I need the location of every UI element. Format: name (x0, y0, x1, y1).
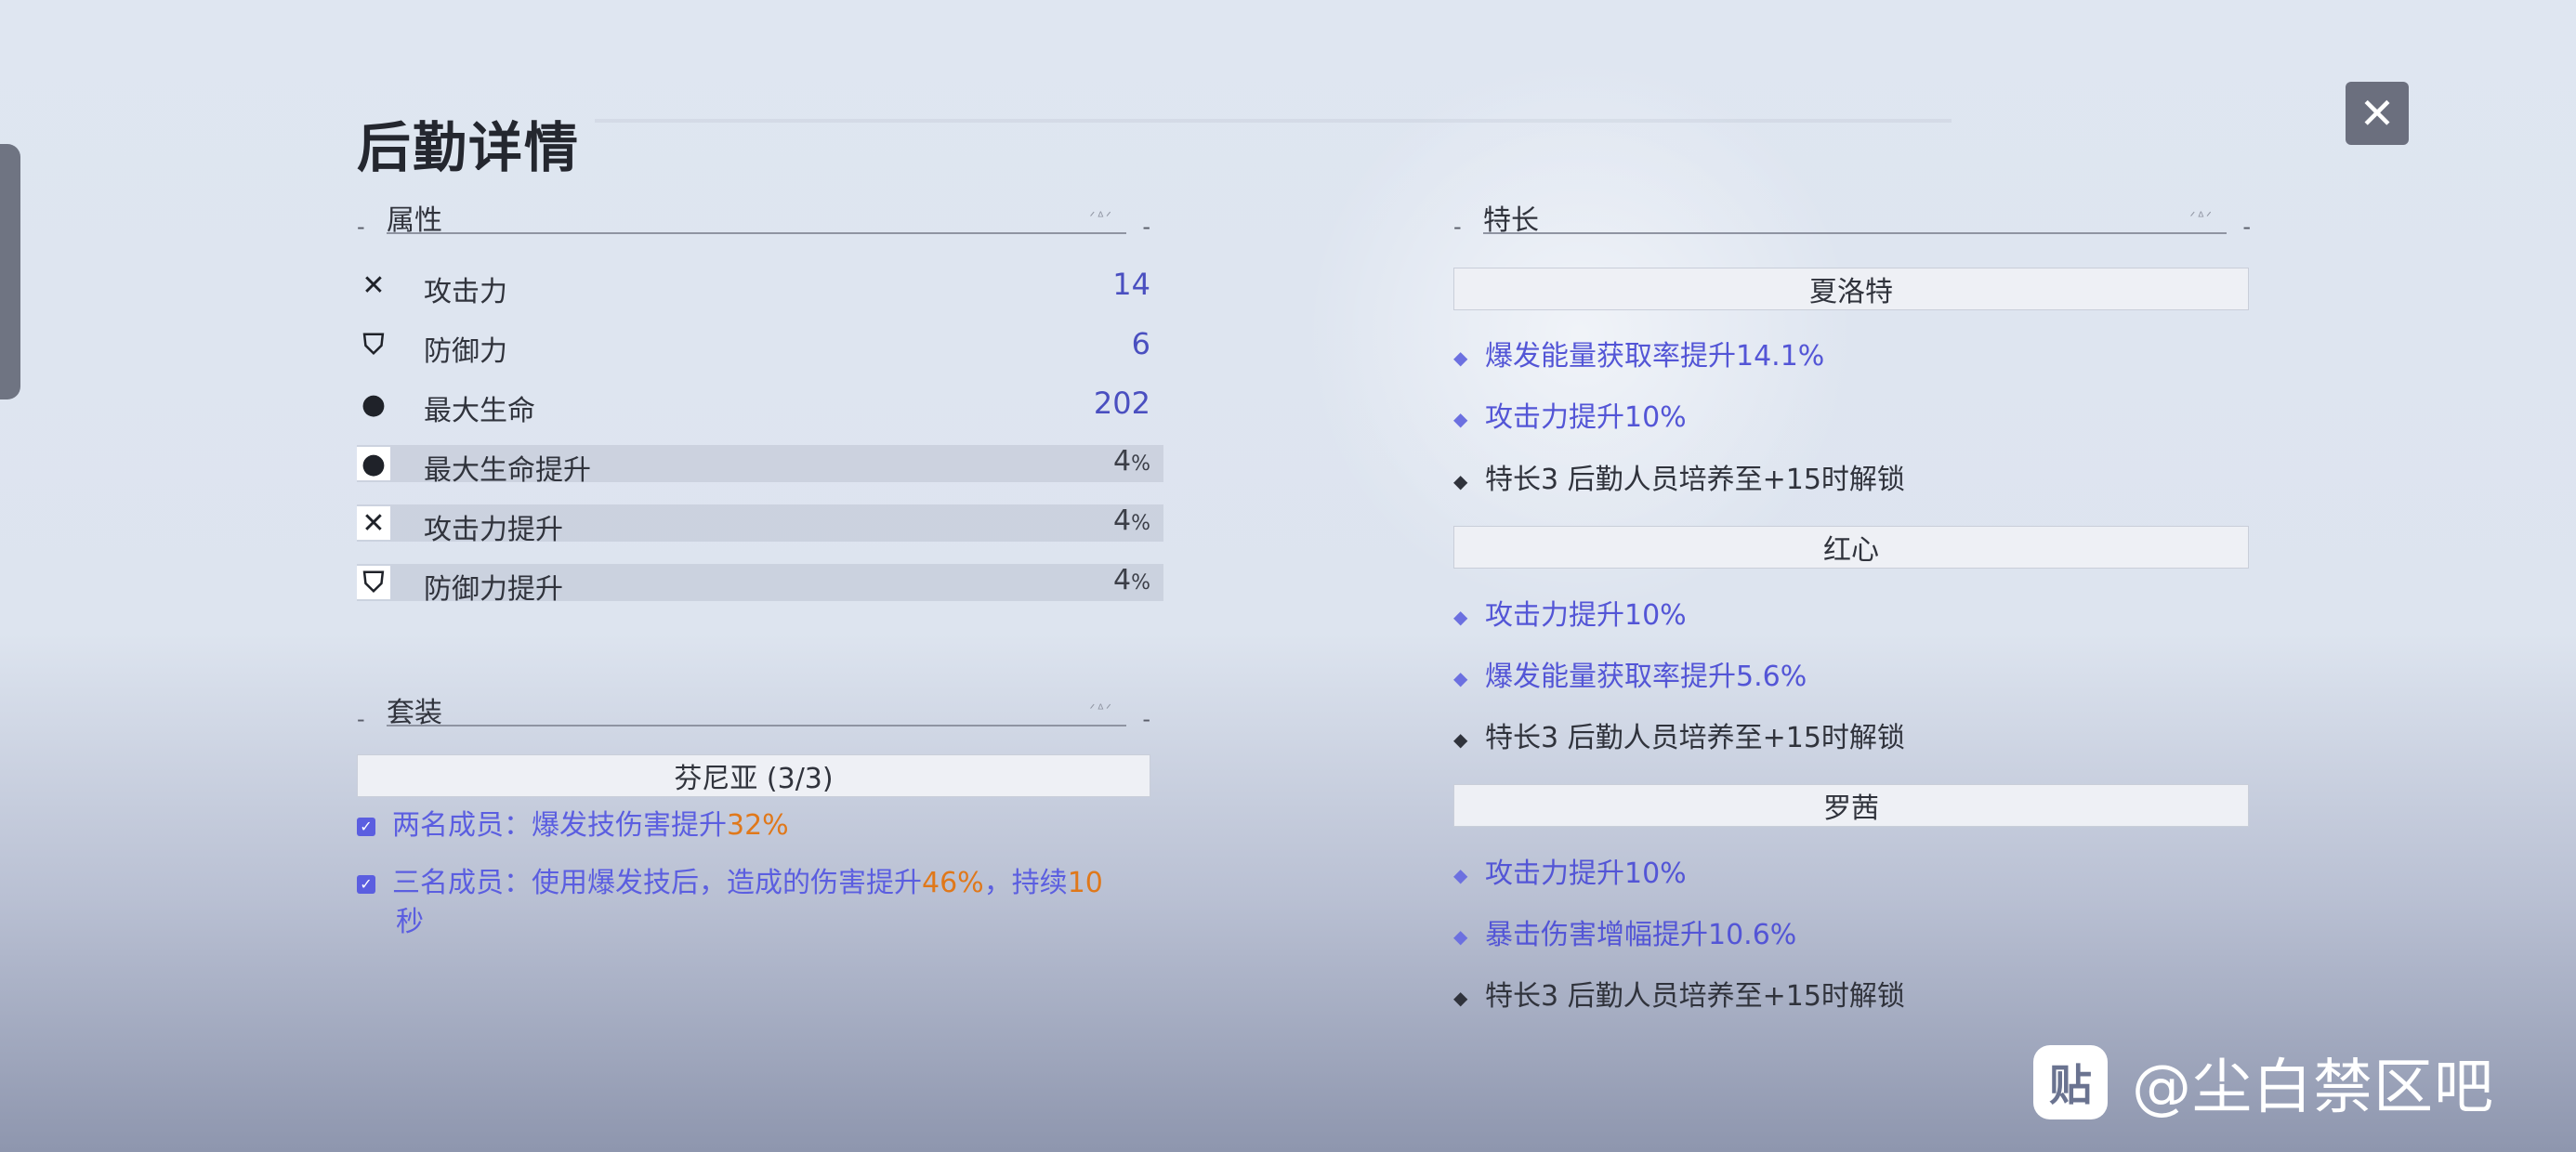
specialty-item: ◆ 暴击伤害增幅提升10.6% (1453, 917, 1796, 955)
set-name-bar: 芬尼亚 (3/3) (357, 754, 1150, 797)
specialty-item: ◆ 攻击力提升10% (1453, 856, 1687, 894)
set-name: 芬尼亚 (3/3) (674, 763, 834, 795)
specialty-group-name: 罗茜 (1823, 792, 1879, 825)
stat-value: 4% (1113, 504, 1150, 537)
stat-value: 4% (1113, 445, 1150, 478)
set-bonus-2: ✓ 两名成员：爆发技伤害提升32% (357, 806, 1156, 845)
specialty-group-name: 红心 (1823, 534, 1879, 567)
watermark: 贴 @尘白禁区吧 (2033, 1042, 2494, 1122)
specialty-item-locked: ◆ 特长3 后勤人员培养至+15时解锁 (1453, 720, 1905, 758)
specialty-item: ◆ 爆发能量获取率提升5.6% (1453, 659, 1807, 697)
side-drawer-handle[interactable] (0, 144, 20, 399)
shield-icon: ⛉ (362, 328, 385, 361)
tieba-logo-icon: 贴 (2033, 1045, 2108, 1119)
stat-row-attack: ✕ 攻击力 14 (357, 267, 1163, 308)
diamond-bullet-icon: ◆ (1453, 469, 1468, 492)
stat-row-max-hp: ● 最大生命 202 (357, 386, 1163, 427)
page-title: 后勤详情 (357, 116, 581, 179)
stat-name: 最大生命提升 (424, 454, 591, 487)
specialty-item: ◆ 攻击力提升10% (1453, 597, 1687, 635)
shield-icon: ⛉ (357, 566, 390, 599)
diamond-bullet-icon: ◆ (1453, 407, 1468, 430)
specialty-group-header: 夏洛特 (1453, 268, 2249, 310)
stat-row-max-hp-boost: ● 最大生命提升 4% (357, 445, 1163, 487)
set-bonus-3: ✓ 三名成员：使用爆发技后，造成的伤害提升46%，持续10 秒 (357, 864, 1156, 942)
close-icon: ✕ (2359, 88, 2396, 138)
stat-name: 攻击力提升 (424, 514, 563, 546)
diamond-bullet-icon: ◆ (1453, 924, 1468, 948)
specialty-item: ◆ 攻击力提升10% (1453, 399, 1687, 438)
specialty-group-header: 罗茜 (1453, 784, 2249, 827)
stat-name: 最大生命 (424, 395, 535, 427)
stat-name: 防御力提升 (424, 573, 563, 606)
diamond-bullet-icon: ◆ (1453, 346, 1468, 369)
droplet-icon: ● (357, 447, 390, 480)
stat-value: 14 (1112, 267, 1150, 302)
attributes-section-header: - 属性 ᐟᐞᐟ - (357, 197, 1150, 240)
diamond-bullet-icon: ◆ (1453, 727, 1468, 751)
specialty-item-locked: ◆ 特长3 后勤人员培养至+15时解锁 (1453, 462, 1905, 500)
swords-icon: ✕ (361, 268, 386, 302)
droplet-icon: ● (361, 387, 387, 421)
close-button[interactable]: ✕ (2346, 82, 2409, 145)
check-icon: ✓ (357, 874, 375, 894)
specialty-item: ◆ 爆发能量获取率提升14.1% (1453, 338, 1824, 376)
background-line (595, 119, 1952, 123)
stat-value: 4% (1113, 564, 1150, 596)
stat-row-attack-boost: ✕ 攻击力提升 4% (357, 504, 1163, 546)
stat-value: 6 (1131, 326, 1150, 361)
specialty-item-locked: ◆ 特长3 后勤人员培养至+15时解锁 (1453, 978, 1905, 1016)
watermark-text: @尘白禁区吧 (2132, 1054, 2494, 1122)
stat-value: 202 (1093, 386, 1150, 421)
diamond-bullet-icon: ◆ (1453, 605, 1468, 628)
diamond-bullet-icon: ◆ (1453, 986, 1468, 1009)
specialty-group-header: 红心 (1453, 526, 2249, 569)
stat-name: 防御力 (424, 335, 507, 368)
swords-icon: ✕ (357, 506, 390, 540)
stat-row-defense: ⛉ 防御力 6 (357, 326, 1163, 368)
specialty-group-name: 夏洛特 (1809, 276, 1893, 308)
check-icon: ✓ (357, 817, 375, 836)
diamond-bullet-icon: ◆ (1453, 666, 1468, 689)
diamond-bullet-icon: ◆ (1453, 863, 1468, 886)
set-section-header: - 套装 ᐟᐞᐟ - (357, 689, 1150, 732)
stat-row-defense-boost: ⛉ 防御力提升 4% (357, 564, 1163, 606)
stat-name: 攻击力 (424, 276, 507, 308)
specialty-section-header: - 特长 ᐟᐞᐟ - (1453, 197, 2251, 240)
